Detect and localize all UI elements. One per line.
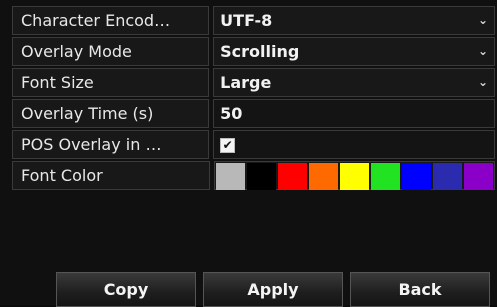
row-pos-overlay: POS Overlay in … ✔ (12, 130, 495, 159)
font-color-swatch[interactable] (308, 163, 338, 190)
chevron-down-icon: ⌄ (477, 13, 488, 27)
font-color-palette (213, 161, 495, 190)
overlay-time-input[interactable]: 50 (213, 99, 495, 128)
row-overlay-time: Overlay Time (s) 50 (12, 99, 495, 128)
font-color-swatch[interactable] (401, 163, 431, 190)
button-bar: Copy Apply Back (0, 268, 497, 307)
font-color-swatch[interactable] (339, 163, 369, 190)
font-color-swatch[interactable] (246, 163, 276, 190)
character-encoding-value: UTF-8 (220, 11, 273, 30)
overlay-time-label: Overlay Time (s) (12, 99, 210, 128)
row-overlay-mode: Overlay Mode Scrolling ⌄ (12, 37, 495, 66)
font-size-value: Large (220, 73, 272, 92)
settings-rows: Character Encod… UTF-8 ⌄ Overlay Mode Sc… (12, 6, 495, 192)
overlay-mode-label: Overlay Mode (12, 37, 210, 66)
pos-overlay-label: POS Overlay in … (12, 130, 210, 159)
pos-overlay-checkbox[interactable]: ✔ (220, 138, 236, 153)
font-color-swatch[interactable] (432, 163, 462, 190)
character-encoding-label: Character Encod… (12, 6, 210, 35)
font-color-swatch[interactable] (215, 163, 245, 190)
row-font-size: Font Size Large ⌄ (12, 68, 495, 97)
character-encoding-select[interactable]: UTF-8 ⌄ (213, 6, 495, 35)
font-color-swatch[interactable] (370, 163, 400, 190)
pos-settings-panel: Character Encod… UTF-8 ⌄ Overlay Mode Sc… (0, 0, 497, 307)
copy-button[interactable]: Copy (56, 272, 196, 307)
font-color-label: Font Color (12, 161, 210, 190)
pos-overlay-field: ✔ (213, 130, 495, 159)
chevron-down-icon: ⌄ (477, 75, 488, 89)
overlay-mode-select[interactable]: Scrolling ⌄ (213, 37, 495, 66)
overlay-mode-value: Scrolling (220, 42, 300, 61)
chevron-down-icon: ⌄ (477, 44, 488, 58)
back-button[interactable]: Back (350, 272, 490, 307)
row-font-color: Font Color (12, 161, 495, 190)
font-color-swatch[interactable] (277, 163, 307, 190)
font-color-swatch[interactable] (463, 163, 493, 190)
overlay-time-value: 50 (220, 104, 243, 123)
apply-button[interactable]: Apply (203, 272, 343, 307)
font-size-select[interactable]: Large ⌄ (213, 68, 495, 97)
row-character-encoding: Character Encod… UTF-8 ⌄ (12, 6, 495, 35)
font-size-label: Font Size (12, 68, 210, 97)
